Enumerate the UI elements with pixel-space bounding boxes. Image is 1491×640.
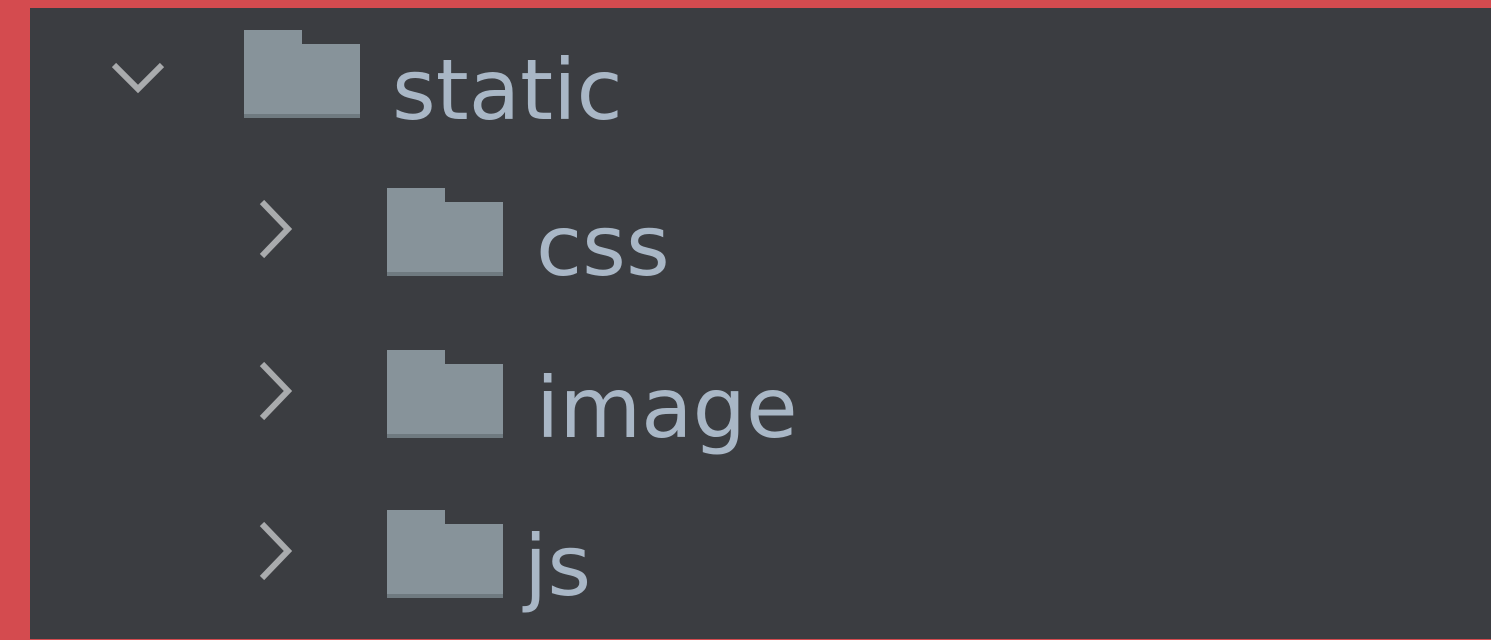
chevron-right-icon[interactable]: [252, 516, 312, 581]
tree-item-label: static: [392, 41, 623, 139]
chevron-down-icon[interactable]: [108, 48, 168, 108]
tree-item-js[interactable]: js: [30, 490, 1491, 640]
folder-icon: [385, 348, 505, 442]
highlight-frame-top: [0, 0, 1491, 8]
tree-item-label: js: [524, 517, 592, 615]
folder-icon: [385, 508, 505, 602]
highlight-frame-left: [0, 0, 30, 639]
tree-item-css[interactable]: css: [30, 168, 1491, 318]
tree-item-static[interactable]: static: [30, 8, 1491, 158]
folder-icon: [385, 186, 505, 280]
tree-item-label: css: [536, 197, 670, 295]
project-file-tree: static css image js: [30, 8, 1491, 639]
folder-icon: [242, 28, 362, 122]
chevron-right-icon[interactable]: [252, 356, 312, 421]
tree-item-label: image: [536, 359, 798, 457]
chevron-right-icon[interactable]: [252, 194, 312, 259]
tree-item-image[interactable]: image: [30, 330, 1491, 480]
